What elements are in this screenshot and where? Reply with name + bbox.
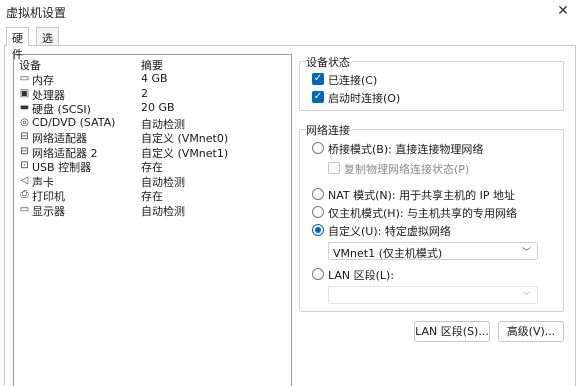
chevron-down-icon: ﹀ (521, 248, 531, 258)
replicate-state-checkbox[interactable] (328, 162, 340, 174)
device-list[interactable]: 设备 摘要 ▭ 内存 4 GB ▣ 处理器 2 ▬ 硬盘 (SCSI) 20 GB ◎ CD/DVD… (13, 54, 292, 386)
network-adapter-icon: ⊟ (20, 131, 29, 142)
device-row[interactable]: ▬ 硬盘 (SCSI) 20 GB (14, 101, 291, 116)
memory-icon: ▭ (19, 73, 30, 84)
device-summary: 自动检测 (141, 204, 185, 218)
device-row[interactable]: ▭ 内存 4 GB (14, 72, 291, 87)
device-row[interactable]: ◎ CD/DVD (SATA) 自动检测 (14, 115, 291, 131)
chevron-down-icon: ﹀ (521, 292, 531, 302)
device-summary: 4 GB (141, 72, 168, 85)
replicate-state-label[interactable]: 复制物理网络连接状态(P) (344, 161, 469, 177)
host-only-radio[interactable] (312, 206, 324, 218)
bridged-label[interactable]: 桥接模式(B): 直接连接物理网络 (328, 141, 483, 157)
display-icon: ▭ (19, 203, 30, 215)
connect-on-start-label[interactable]: 启动时连接(O) (328, 90, 400, 106)
custom-network-select[interactable]: VMnet1 (仅主机模式) ﹀ (328, 242, 538, 260)
close-icon[interactable]: ✕ (548, 0, 578, 22)
device-row[interactable]: ◁ 声卡 自动检测 (14, 174, 291, 189)
connect-on-start-checkbox[interactable]: ✓ (312, 91, 324, 103)
device-name: CD/DVD (SATA) (32, 115, 116, 129)
advanced-button[interactable]: 高级(V)... (498, 321, 564, 342)
device-summary: 20 GB (141, 101, 175, 114)
lan-segment-select[interactable]: ﹀ (328, 286, 538, 304)
printer-icon: ⎙ (20, 189, 29, 200)
connected-label[interactable]: 已连接(C) (328, 72, 377, 88)
nat-radio[interactable] (312, 188, 324, 200)
tab-hardware[interactable]: 硬件 (6, 27, 29, 61)
usb-controller-icon: ⊡ (20, 160, 29, 171)
host-only-label[interactable]: 仅主机模式(H): 与主机共享的专用网络 (328, 205, 517, 221)
device-status-title: 设备状态 (306, 54, 352, 70)
tab-options[interactable]: 选项 (36, 27, 59, 61)
lan-segment-label[interactable]: LAN 区段(L): (328, 267, 394, 283)
network-connection-group: 网络连接 桥接模式(B): 直接连接物理网络 复制物理网络连接状态(P) NAT… (299, 122, 564, 312)
device-row[interactable]: ⊟ 网络适配器 2 自定义 (VMnet1) (14, 145, 291, 160)
column-header-summary[interactable]: 摘要 (141, 57, 163, 73)
custom-label[interactable]: 自定义(U): 特定虚拟网络 (328, 223, 451, 239)
window-title: 虚拟机设置 (6, 6, 67, 20)
device-row[interactable]: ▣ 处理器 2 (14, 86, 291, 102)
list-header: 设备 摘要 (14, 55, 291, 73)
lan-segment-radio[interactable] (312, 268, 324, 280)
custom-network-value: VMnet1 (仅主机模式) (333, 247, 443, 260)
device-row[interactable]: ⊟ 网络适配器 自定义 (VMnet0) (14, 130, 291, 145)
device-row[interactable]: ▭ 显示器 自动检测 (14, 203, 291, 218)
bridged-radio[interactable] (312, 142, 324, 154)
network-connection-title: 网络连接 (306, 122, 352, 138)
device-status-group: 设备状态 ✓ 已连接(C) ✓ 启动时连接(O) (299, 54, 564, 111)
device-name: 显示器 (32, 204, 65, 218)
custom-radio[interactable] (312, 224, 324, 236)
sound-card-icon: ◁ (20, 174, 29, 186)
device-summary: 2 (141, 86, 148, 100)
title-bar: 虚拟机设置 ✕ (0, 0, 578, 24)
connected-checkbox[interactable]: ✓ (312, 73, 324, 85)
device-row[interactable]: ⊡ USB 控制器 存在 (14, 159, 291, 174)
processor-icon: ▣ (19, 87, 30, 99)
cd-dvd-icon: ◎ (20, 116, 29, 128)
network-adapter-icon: ⊟ (20, 145, 29, 157)
device-row[interactable]: ⎙ 打印机 存在 (14, 188, 291, 203)
nat-label[interactable]: NAT 模式(N): 用于共享主机的 IP 地址 (328, 187, 515, 203)
lan-segments-button[interactable]: LAN 区段(S)... (414, 321, 490, 342)
hard-disk-icon: ▬ (19, 102, 30, 113)
